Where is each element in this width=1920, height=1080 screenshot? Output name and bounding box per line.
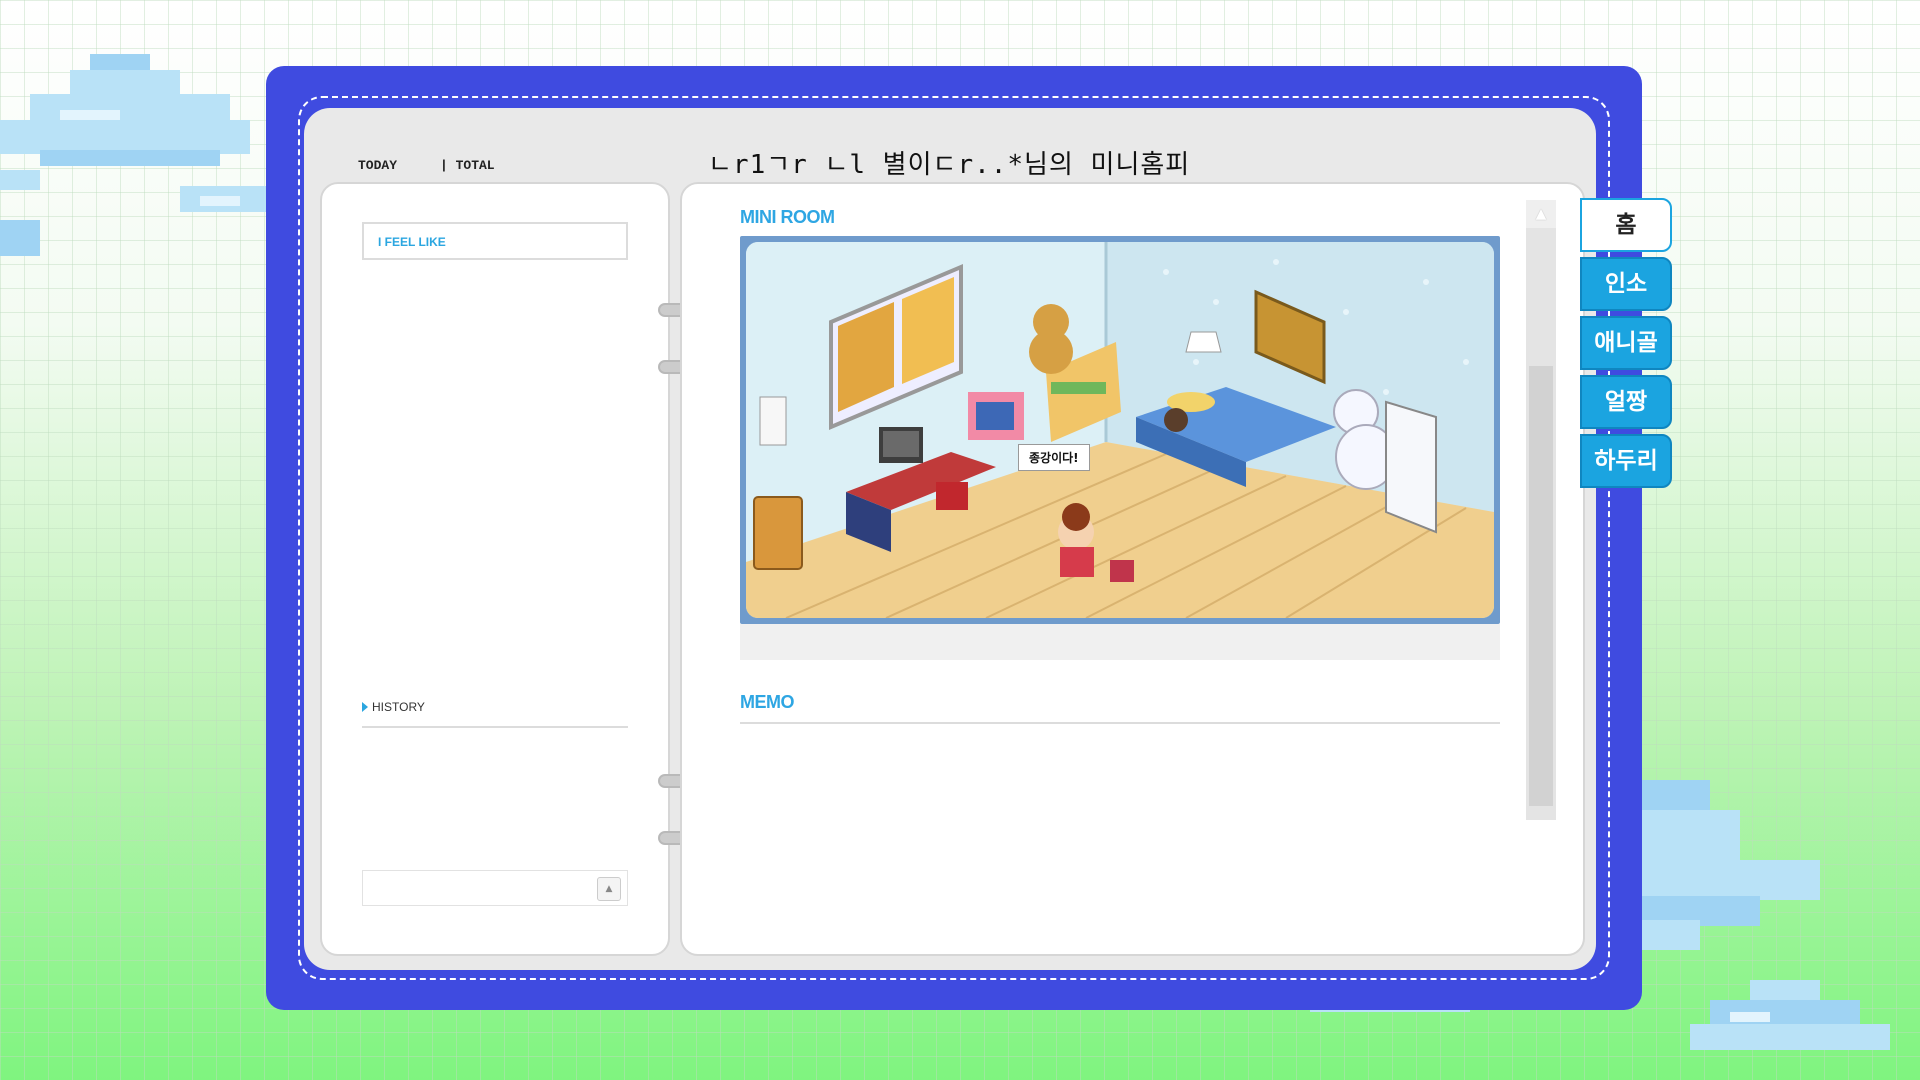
today-counter-label: TODAY xyxy=(358,158,398,173)
tab-eoljjang[interactable]: 얼짱 xyxy=(1580,375,1672,429)
feel-like-box[interactable]: I FEEL LIKE xyxy=(362,222,628,260)
left-scroll-box: ▲ xyxy=(362,870,628,906)
tab-anigol[interactable]: 애니골 xyxy=(1580,316,1672,370)
total-counter-label: | TOTAL xyxy=(440,158,495,173)
miniroom-scene[interactable]: 종강이다! xyxy=(746,242,1494,618)
cloud-decoration-top-left xyxy=(0,50,290,256)
side-tabs: 홈 인소 애니골 얼짱 하두리 xyxy=(1580,198,1672,493)
right-page-scrollbar[interactable]: ▲ xyxy=(1526,200,1556,820)
history-label: HISTORY xyxy=(372,700,425,714)
triangle-right-icon xyxy=(362,702,368,712)
miniroom-footer-bar xyxy=(740,624,1500,660)
scroll-up-button[interactable]: ▲ xyxy=(597,877,621,901)
triangle-up-icon: ▲ xyxy=(1535,206,1547,222)
tab-inso[interactable]: 인소 xyxy=(1580,257,1672,311)
left-page xyxy=(320,182,670,956)
cloud-decoration-bottom-corner xyxy=(1690,980,1890,1060)
tab-haduri[interactable]: 하두리 xyxy=(1580,434,1672,488)
scroll-thumb[interactable] xyxy=(1529,366,1553,806)
scroll-up-arrow[interactable]: ▲ xyxy=(1526,200,1556,228)
memo-divider xyxy=(740,722,1500,724)
tab-home[interactable]: 홈 xyxy=(1580,198,1672,252)
memo-title: MEMO xyxy=(740,692,795,712)
speech-bubble: 종강이다! xyxy=(1018,444,1090,471)
history-link[interactable]: HISTORY xyxy=(362,700,628,728)
miniroom-frame: 종강이다! xyxy=(740,236,1500,624)
miniroom-title: MINI ROOM xyxy=(740,207,835,227)
page-title: ㄴr1ㄱr ㄴl 별이ㄷr..*님의 미니홈피 xyxy=(708,150,1191,180)
miniroom-illustration xyxy=(746,242,1494,618)
